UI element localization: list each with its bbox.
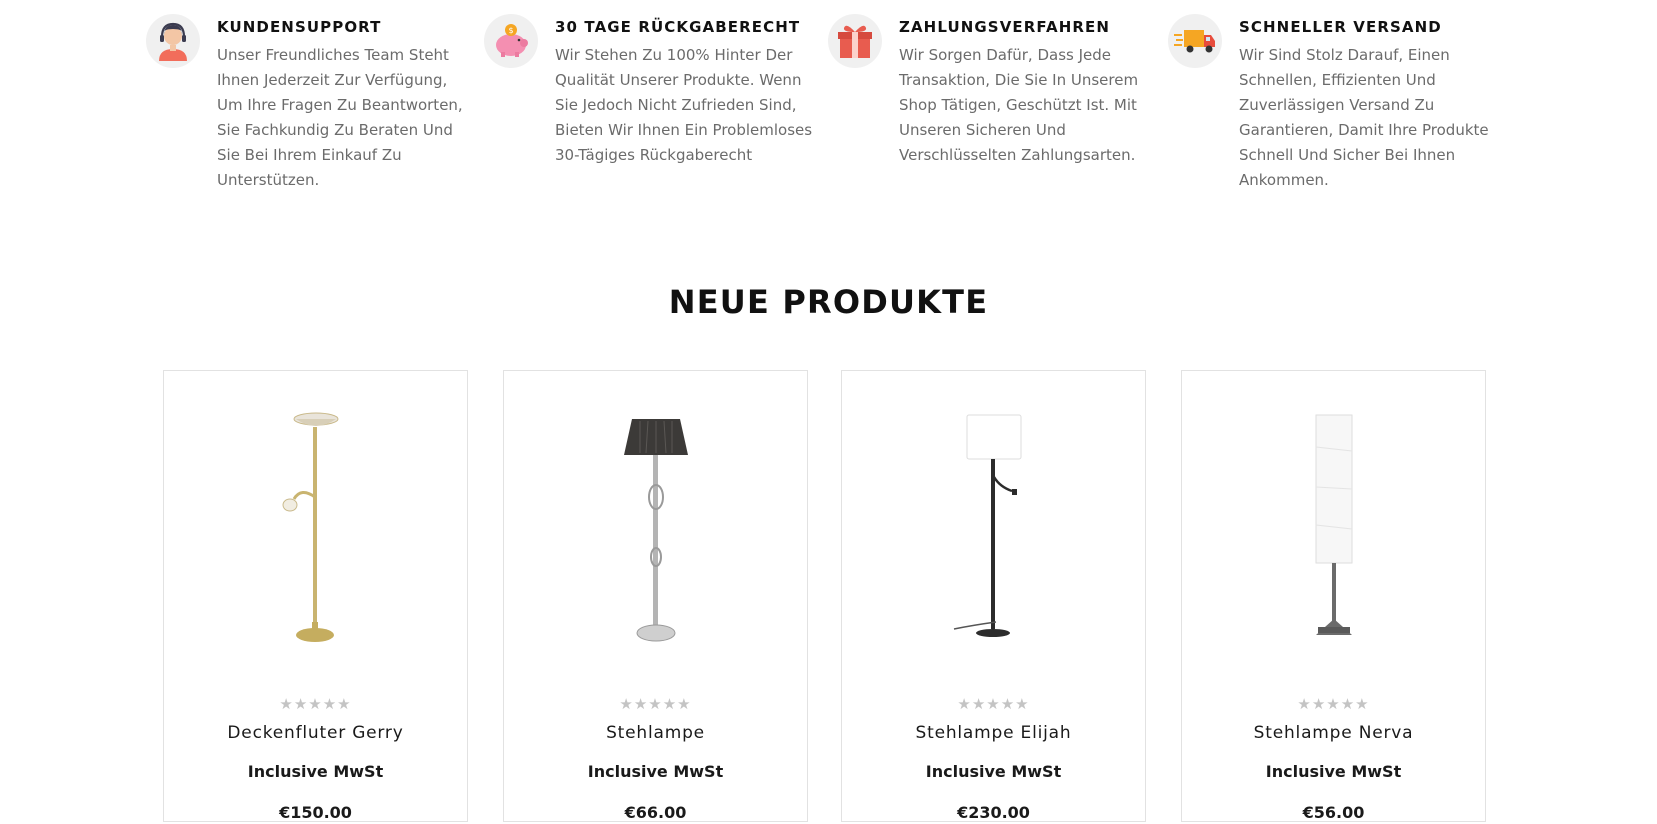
feature-kundensupport: KUNDENSUPPORT Unser Freundliches Team St… <box>146 14 476 193</box>
feature-description: Wir Stehen Zu 100% Hinter Der Qualität U… <box>555 46 813 164</box>
feature-schneller-versand: SCHNELLER VERSAND Wir Sind Stolz Darauf,… <box>1168 14 1508 193</box>
product-price: €66.00 <box>624 803 687 822</box>
product-price: €150.00 <box>279 803 352 822</box>
product-name[interactable]: Deckenfluter Gerry <box>164 723 467 743</box>
feature-description: Wir Sind Stolz Darauf, Einen Schnellen, … <box>1239 46 1489 189</box>
product-image[interactable] <box>504 407 807 647</box>
features-row: KUNDENSUPPORT Unser Freundliches Team St… <box>146 14 1506 204</box>
product-tax-label: Inclusive MwSt <box>587 762 724 781</box>
product-tax-label: Inclusive MwSt <box>1265 762 1402 781</box>
product-card[interactable]: ★★★★★ Deckenfluter Gerry Inclusive MwSt … <box>163 370 468 822</box>
shade-floor-lamp-icon <box>623 419 688 642</box>
product-card[interactable]: ★★★★★ Stehlampe Elijah Inclusive MwSt €2… <box>841 370 1146 822</box>
product-name[interactable]: Stehlampe Nerva <box>1182 723 1485 743</box>
feature-title: SCHNELLER VERSAND <box>1239 18 1442 36</box>
feature-rueckgaberecht: $ 30 TAGE RÜCKGABERECHT Wir Stehen Zu 10… <box>484 14 824 168</box>
support-agent-icon <box>146 14 200 68</box>
feature-title: 30 TAGE RÜCKGABERECHT <box>555 18 801 36</box>
product-image[interactable] <box>164 407 467 647</box>
product-card[interactable]: ★★★★★ Stehlampe Nerva Inclusive MwSt €56… <box>1181 370 1486 822</box>
drum-shade-floor-lamp-icon <box>953 414 1021 637</box>
product-image[interactable] <box>842 407 1145 647</box>
feature-zahlungsverfahren: ZAHLUNGSVERFAHREN Wir Sorgen Dafür, Dass… <box>828 14 1158 168</box>
product-tax-label: Inclusive MwSt <box>247 762 384 781</box>
product-grid: ★★★★★ Deckenfluter Gerry Inclusive MwSt … <box>163 370 1503 824</box>
product-name[interactable]: Stehlampe Elijah <box>842 723 1145 743</box>
feature-text: KUNDENSUPPORT Unser Freundliches Team St… <box>217 18 477 193</box>
feature-description: Unser Freundliches Team Steht Ihnen Jede… <box>217 46 463 189</box>
feature-title: ZAHLUNGSVERFAHREN <box>899 18 1111 36</box>
product-price: €56.00 <box>1302 803 1365 822</box>
rating-stars: ★★★★★ <box>619 696 692 713</box>
paper-column-floor-lamp-icon <box>1315 414 1352 635</box>
product-tax-label: Inclusive MwSt <box>925 762 1062 781</box>
rating-stars: ★★★★★ <box>1297 696 1370 713</box>
feature-text: 30 TAGE RÜCKGABERECHT Wir Stehen Zu 100%… <box>555 18 820 168</box>
section-title: NEUE PRODUKTE <box>668 283 989 321</box>
product-name[interactable]: Stehlampe <box>504 723 807 743</box>
gift-icon <box>828 14 882 68</box>
feature-text: SCHNELLER VERSAND Wir Sind Stolz Darauf,… <box>1239 18 1494 193</box>
piggy-bank-icon: $ <box>484 14 538 68</box>
svg-text:$: $ <box>508 26 513 35</box>
torchiere-floor-lamp-icon <box>282 412 338 642</box>
feature-description: Wir Sorgen Dafür, Dass Jede Transaktion,… <box>899 46 1139 164</box>
product-image[interactable] <box>1182 407 1485 647</box>
feature-title: KUNDENSUPPORT <box>217 18 382 36</box>
product-price: €230.00 <box>957 803 1030 822</box>
rating-stars: ★★★★★ <box>957 696 1030 713</box>
rating-stars: ★★★★★ <box>279 696 352 713</box>
feature-text: ZAHLUNGSVERFAHREN Wir Sorgen Dafür, Dass… <box>899 18 1149 168</box>
delivery-truck-icon <box>1168 14 1222 68</box>
product-card[interactable]: ★★★★★ Stehlampe Inclusive MwSt €66.00 <box>503 370 808 822</box>
